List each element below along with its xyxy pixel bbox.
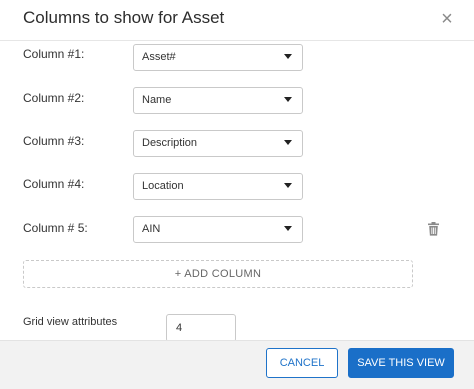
save-view-button[interactable]: SAVE THIS VIEW bbox=[348, 348, 454, 378]
column-3-label: Column #3: bbox=[23, 134, 85, 148]
column-4-select[interactable]: Location bbox=[133, 173, 303, 200]
trash-icon[interactable] bbox=[427, 222, 440, 236]
column-4-label: Column #4: bbox=[23, 177, 85, 191]
column-2-label: Column #2: bbox=[23, 91, 85, 105]
dialog-header: Columns to show for Asset × bbox=[0, 0, 474, 41]
column-1-label: Column #1: bbox=[23, 47, 85, 61]
column-5-label: Column # 5: bbox=[23, 221, 88, 235]
chevron-down-icon bbox=[284, 226, 292, 231]
column-2-value: Name bbox=[142, 94, 172, 106]
column-1-select[interactable]: Asset# bbox=[133, 44, 303, 71]
grid-view-input[interactable] bbox=[166, 314, 236, 342]
grid-view-label: Grid view attributes bbox=[23, 316, 118, 328]
chevron-down-icon bbox=[284, 140, 292, 145]
close-icon[interactable]: × bbox=[438, 9, 456, 29]
add-column-button[interactable]: + ADD COLUMN bbox=[23, 260, 413, 288]
chevron-down-icon bbox=[284, 97, 292, 102]
chevron-down-icon bbox=[284, 54, 292, 59]
dialog-title: Columns to show for Asset bbox=[23, 8, 225, 27]
column-1-value: Asset# bbox=[142, 51, 176, 63]
column-5-select[interactable]: AIN bbox=[133, 216, 303, 243]
column-4-value: Location bbox=[142, 180, 184, 192]
column-5-value: AIN bbox=[142, 223, 161, 235]
column-3-select[interactable]: Description bbox=[133, 130, 303, 157]
column-2-select[interactable]: Name bbox=[133, 87, 303, 114]
chevron-down-icon bbox=[284, 183, 292, 188]
column-3-value: Description bbox=[142, 137, 198, 149]
cancel-button[interactable]: CANCEL bbox=[266, 348, 338, 378]
